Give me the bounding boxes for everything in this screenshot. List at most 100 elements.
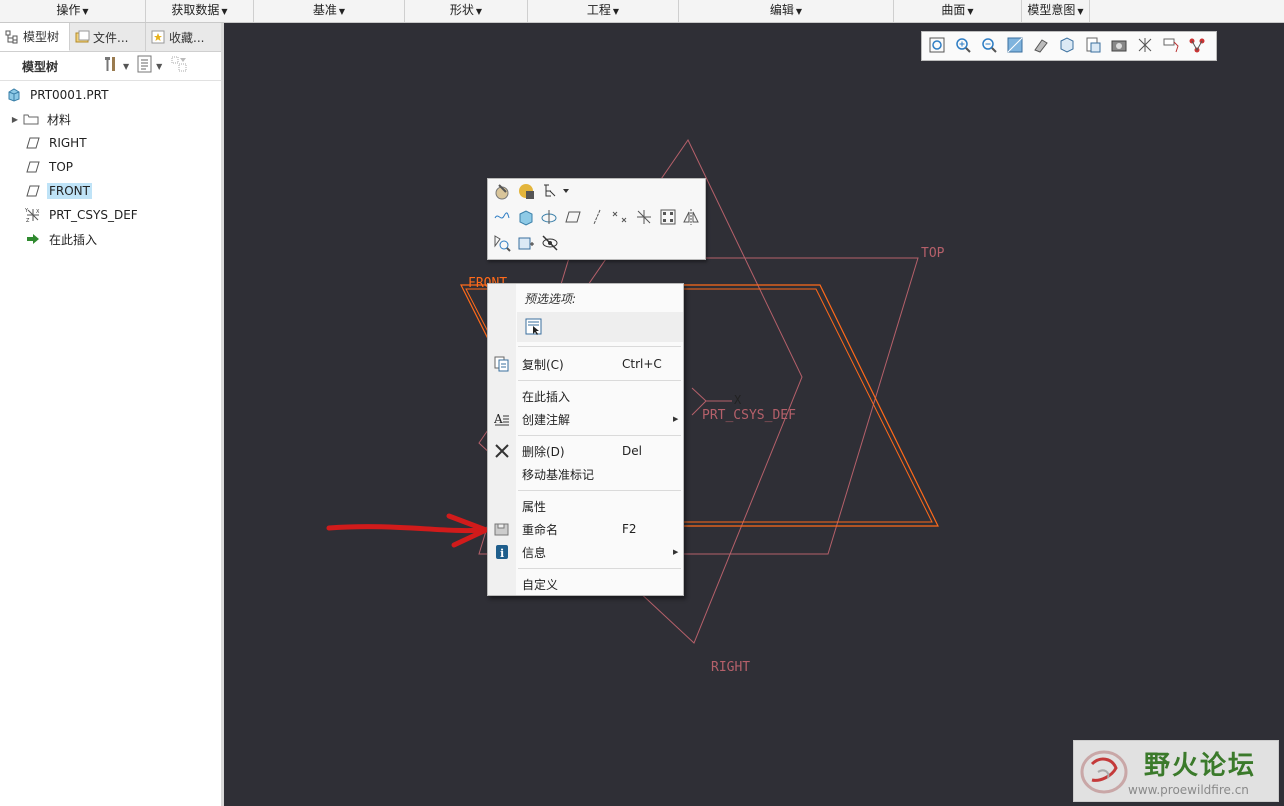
datum-plane-icon: [25, 184, 41, 198]
pattern-button[interactable]: [658, 208, 678, 228]
tree-node-right[interactable]: RIGHT: [0, 131, 221, 155]
saved-views-button[interactable]: [1056, 35, 1078, 57]
folder-icon: [75, 30, 90, 44]
menu-item-move-datum-tag[interactable]: 移动基准标记: [488, 463, 683, 485]
menu-separator: [518, 435, 681, 436]
csys-icon: [635, 208, 653, 229]
view-manager-icon: [1084, 36, 1102, 57]
selection-filter-icon: [525, 318, 543, 339]
csys-label[interactable]: PRT_CSYS_DEF: [702, 408, 796, 423]
ribbon-group-surfaces[interactable]: 曲面 ▼: [894, 0, 1022, 22]
ribbon-group-operations[interactable]: 操作 ▼: [0, 0, 146, 22]
plane-button[interactable]: [563, 208, 583, 228]
menu-item-rename[interactable]: 重命名 F2: [488, 518, 683, 540]
menu-item-delete[interactable]: 删除(D) Del: [488, 440, 683, 462]
zoom-out-button[interactable]: [978, 35, 1000, 57]
menu-item-label: 删除(D): [522, 444, 565, 459]
repaint-button[interactable]: [1004, 35, 1026, 57]
svg-text:X: X: [36, 209, 40, 215]
mirror-icon: [682, 208, 700, 229]
hide-button[interactable]: [540, 234, 560, 254]
sketch-icon: [493, 208, 511, 229]
preselect-filter-button[interactable]: [525, 318, 543, 336]
menu-item-properties[interactable]: 属性: [488, 495, 683, 517]
orient-button[interactable]: [516, 234, 536, 254]
tab-favorites[interactable]: 收藏...: [146, 23, 221, 51]
tree-settings-button[interactable]: ▼: [102, 55, 129, 77]
right-plane-label[interactable]: RIGHT: [711, 660, 750, 675]
chevron-down-icon: ▼: [82, 7, 89, 16]
context-menu: 预选选项: 复制(C) Ctrl+C 在此插入 A 创建注解 ▶ 删除(D) D…: [487, 283, 684, 596]
preselect-options-row: [517, 312, 683, 342]
view-manager-button[interactable]: [1082, 35, 1104, 57]
display-style-button[interactable]: [1030, 35, 1052, 57]
ribbon-group-editing[interactable]: 编辑 ▼: [679, 0, 894, 22]
tab-model-tree[interactable]: 模型树: [0, 23, 70, 51]
menu-item-label: 创建注解: [522, 412, 571, 427]
tree-filter-button[interactable]: [170, 55, 188, 77]
group-label: 编辑: [769, 3, 794, 17]
spin-center-button[interactable]: [1186, 35, 1208, 57]
tree-node-front[interactable]: FRONT: [0, 179, 221, 203]
revolve-button[interactable]: [539, 208, 559, 228]
paint-brush-icon: [493, 182, 511, 203]
zoom-selected-button[interactable]: [492, 234, 512, 254]
zoom-in-icon: [954, 36, 972, 57]
tab-folder-browser[interactable]: 文件...: [70, 23, 146, 51]
ribbon-group-engineering[interactable]: 工程 ▼: [528, 0, 679, 22]
refit-button[interactable]: [926, 35, 948, 57]
group-label: 工程: [586, 3, 611, 17]
delete-icon: [494, 443, 510, 459]
ribbon-group-datum[interactable]: 基准 ▼: [254, 0, 405, 22]
graphics-area[interactable]: X PRT_CSYS_DEF TOP FRONT RIGHT: [224, 23, 1284, 806]
tree-node-top[interactable]: TOP: [0, 155, 221, 179]
zoom-selected-icon: [493, 234, 511, 255]
chevron-down-icon: ▼: [221, 7, 228, 16]
ribbon-group-get-data[interactable]: 获取数据 ▼: [146, 0, 254, 22]
ribbon-group-model-intent[interactable]: 模型意图 ▼: [1022, 0, 1090, 22]
tree-show-button[interactable]: ▼: [137, 55, 162, 77]
group-label: 获取数据: [171, 3, 220, 17]
mini-toolbar-row-2: [488, 205, 705, 231]
axis-button[interactable]: [587, 208, 607, 228]
menu-item-shortcut: F2: [622, 522, 637, 536]
annotation-arrow: [326, 524, 487, 534]
mini-toolbar-row-3: [488, 231, 705, 257]
display-sphere-icon: [517, 182, 535, 203]
datum-display-icon: [1136, 36, 1154, 57]
annotation-display-button[interactable]: [1160, 35, 1182, 57]
menu-item-customize[interactable]: 自定义: [488, 573, 683, 595]
point-button[interactable]: [610, 208, 630, 228]
perspective-button[interactable]: [1108, 35, 1130, 57]
spin-center-icon: [1188, 36, 1206, 57]
ribbon-group-shapes[interactable]: 形状 ▼: [405, 0, 528, 22]
zoom-in-button[interactable]: [952, 35, 974, 57]
mirror-button[interactable]: [681, 208, 701, 228]
appearance-button[interactable]: [492, 182, 512, 202]
sketch-button[interactable]: [492, 208, 512, 228]
menu-item-info[interactable]: i 信息 ▶: [488, 541, 683, 563]
menu-item-copy[interactable]: 复制(C) Ctrl+C: [488, 353, 683, 375]
filter-icon: [170, 55, 188, 77]
datum-axis-icon: [588, 208, 606, 229]
menu-item-insert-here[interactable]: 在此插入: [488, 385, 683, 407]
chevron-down-icon: ▼: [123, 61, 130, 71]
csys-button[interactable]: [634, 208, 654, 228]
tree-node-csys[interactable]: YXZ PRT_CSYS_DEF: [0, 203, 221, 227]
display-button[interactable]: [516, 182, 536, 202]
group-label: 形状: [449, 3, 474, 17]
expand-arrow-icon[interactable]: ▶: [9, 115, 21, 124]
tree-options-button[interactable]: [540, 182, 574, 202]
svg-text:A: A: [494, 412, 503, 426]
preselect-header: 预选选项:: [524, 292, 577, 306]
menu-item-create-annotation[interactable]: A 创建注解 ▶: [488, 408, 683, 430]
tree-node-insert-here[interactable]: 在此插入: [0, 227, 221, 251]
saved-views-icon: [1058, 36, 1076, 57]
top-plane-label[interactable]: TOP: [921, 246, 945, 261]
tree-node-material[interactable]: ▶ 材料: [0, 107, 221, 131]
datum-display-button[interactable]: [1134, 35, 1156, 57]
tree-node-part[interactable]: PRT0001.PRT: [0, 83, 221, 107]
menu-item-label: 在此插入: [522, 389, 571, 404]
extrude-button[interactable]: [516, 208, 536, 228]
datum-plane-icon: [25, 136, 41, 150]
